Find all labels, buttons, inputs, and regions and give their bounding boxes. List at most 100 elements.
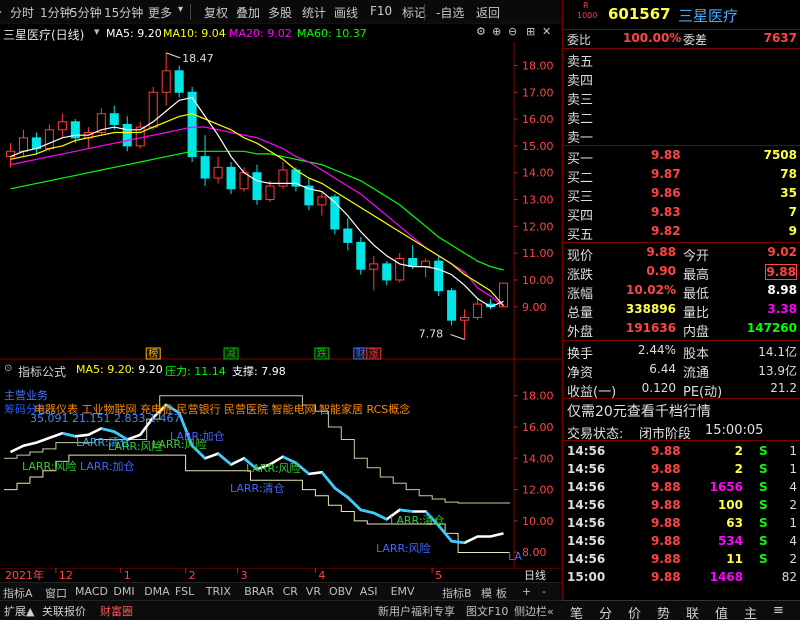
indicator-tab-right-1[interactable]: 模 — [481, 585, 492, 601]
indicator-tab-right-0[interactable]: 指标B — [442, 585, 472, 601]
indicator-tab-0[interactable]: 指标A — [3, 585, 33, 601]
indicator-tab-5[interactable]: FSL — [175, 585, 194, 598]
toolbar-button-9[interactable]: 画线 — [334, 4, 358, 21]
toolbar-button-6[interactable]: 叠加 — [236, 4, 260, 21]
bottom-link-0[interactable]: 扩展▲ — [4, 603, 34, 619]
indicator-tab-2[interactable]: MACD — [75, 585, 108, 598]
buy-row[interactable]: 买四 9.83 7 — [563, 204, 800, 224]
period-label[interactable]: 日线 — [524, 568, 546, 582]
tick-count: 4 — [789, 534, 797, 548]
sell-row[interactable]: 卖二 — [563, 107, 800, 127]
toolbar-button-3[interactable]: 15分钟 — [104, 4, 143, 21]
toolbar-button-1[interactable]: 1分钟 — [40, 4, 72, 21]
price-tick-label: 15.00 — [522, 140, 554, 153]
sell-row[interactable]: 卖五 — [563, 50, 800, 70]
side-tab-4[interactable]: 联 — [686, 603, 699, 620]
tick-time: 14:56 — [567, 516, 606, 530]
side-tab-3[interactable]: 势 — [657, 603, 670, 620]
buy-row[interactable]: 买三 9.86 35 — [563, 185, 800, 205]
toolbar-button-12[interactable]: -自选 — [436, 4, 464, 21]
toolbar-button-13[interactable]: 返回 — [476, 4, 500, 21]
candle-body — [356, 241, 366, 270]
indicator-tab-10[interactable]: OBV — [329, 585, 352, 598]
indicator-tab-3[interactable]: DMI — [113, 585, 134, 598]
bottom-right-link-2[interactable]: 侧边栏« — [514, 603, 554, 619]
pressure-line — [4, 395, 510, 504]
buy-label: 买三 — [567, 190, 594, 205]
tick-time: 14:56 — [567, 552, 606, 566]
buy-row[interactable]: 买二 9.87 78 — [563, 166, 800, 186]
buy-row[interactable]: 买五 9.82 9 — [563, 223, 800, 243]
bottom-link-1[interactable]: 关联报价 — [42, 603, 86, 619]
larr-down-segment — [320, 471, 336, 489]
stock-title[interactable]: 三星医疗(日线) — [3, 26, 84, 43]
side-tab-0[interactable]: 笔 — [570, 603, 583, 620]
bottom-right-link-0[interactable]: 新用户福利专享 — [378, 603, 455, 619]
larr-down-segment — [346, 496, 362, 511]
zoom-out-icon[interactable]: ⊖ — [508, 25, 517, 38]
indicator-tab-9[interactable]: VR — [306, 585, 321, 598]
stat2-row: 净资 6.44 流通 13.9亿 — [563, 361, 800, 381]
tick-row: 14:56 9.88 1656 S 4 — [563, 479, 800, 497]
tick-count: 1 — [789, 516, 797, 530]
bottom-link-2[interactable]: 财富圈 — [100, 603, 133, 619]
ma10-legend: MA10: 9.04 — [163, 27, 226, 40]
stat-value: 3.38 — [767, 302, 797, 316]
toolbar-button-4[interactable]: 更多 — [148, 4, 172, 21]
zoom-in-icon[interactable]: ⊕ — [492, 25, 501, 38]
indicator-tab-8[interactable]: CR — [283, 585, 298, 598]
indicator-tab-right-3[interactable]: + — [522, 585, 531, 598]
tick-time: 14:56 — [567, 498, 606, 512]
settings-icon[interactable]: ⚙ — [476, 25, 486, 38]
stat-row: 涨跌 0.90 最高 9.88 — [563, 263, 800, 283]
indicator-tab-12[interactable]: EMV — [391, 585, 415, 598]
toolbar-button-11[interactable]: 标记 — [402, 4, 426, 21]
toolbar-button-2[interactable]: 5分钟 — [70, 4, 102, 21]
tick-row: 14:56 9.88 534 S 4 — [563, 533, 800, 551]
sell-row[interactable]: 卖三 — [563, 88, 800, 108]
toolbar-menu-icon[interactable]: ▸ — [0, 4, 2, 18]
stat-value: 21.2 — [770, 381, 797, 395]
indicator-tab-right-4[interactable]: - — [542, 585, 546, 598]
sell-row[interactable]: 卖一 — [563, 126, 800, 146]
sell-row[interactable]: 卖四 — [563, 69, 800, 89]
promo-row[interactable]: 仅需20元查看千档行情 — [563, 400, 800, 420]
fullscreen-icon[interactable]: ⊞ — [526, 25, 535, 38]
indicator-tab-7[interactable]: BRAR — [244, 585, 274, 598]
stat-value: 9.88 — [765, 264, 797, 280]
indicator-tab-11[interactable]: ASI — [360, 585, 378, 598]
side-tab-6[interactable]: 主 — [744, 603, 757, 620]
indicator-tab-right-2[interactable]: 板 — [496, 585, 507, 601]
stock-name[interactable]: 三星医疗 — [678, 5, 738, 26]
toolbar-button-0[interactable]: 分时 — [10, 4, 34, 21]
toolbar-button-5[interactable]: 复权 — [204, 4, 228, 21]
tick-volume: 1656 — [709, 480, 743, 494]
chevron-down-icon[interactable]: ▾ — [178, 4, 183, 15]
stat-value: 13.9亿 — [758, 364, 797, 378]
chevron-down-icon[interactable]: ▾ — [94, 25, 100, 38]
bottom-right-link-1[interactable]: 图文F10 — [466, 603, 508, 619]
toolbar-button-10[interactable]: F10 — [370, 4, 392, 18]
indicator-tab-4[interactable]: DMA — [144, 585, 170, 598]
larr-down-segment — [191, 444, 207, 460]
indicator-tick-label: 18.00 — [522, 390, 554, 403]
toolbar-button-8[interactable]: 统计 — [302, 4, 326, 21]
indicator-tab-6[interactable]: TRIX — [206, 585, 231, 598]
indicator-chart[interactable]: 18.00 16.00 14.00 12.00 10.00 8.00 — [0, 360, 562, 568]
buy-label: 买四 — [567, 209, 594, 224]
side-tab-5[interactable]: 值 — [715, 603, 728, 620]
side-tab-2[interactable]: 价 — [628, 603, 641, 620]
promo-text[interactable]: 仅需20元查看千档行情 — [567, 401, 711, 421]
side-tab-1[interactable]: 分 — [599, 603, 612, 620]
indicator-tab-1[interactable]: 窗口 — [45, 585, 67, 601]
buy-row[interactable]: 买一 9.88 7508 — [563, 147, 800, 167]
candle-body — [317, 196, 327, 206]
price-chart[interactable]: 18.00 17.00 16.00 15.00 14.00 13.00 12.00 11.00… — [0, 42, 562, 360]
toolbar-button-7[interactable]: 多股 — [268, 4, 292, 21]
stat-row: 总量 338896 量比 3.38 — [563, 301, 800, 321]
weibi-value: 100.00% — [623, 31, 682, 45]
side-tab-7[interactable]: ≡ — [773, 603, 784, 618]
close-icon[interactable]: ✕ — [542, 25, 551, 38]
stock-code[interactable]: 601567 — [608, 5, 671, 23]
larr-down-segment — [113, 430, 128, 441]
